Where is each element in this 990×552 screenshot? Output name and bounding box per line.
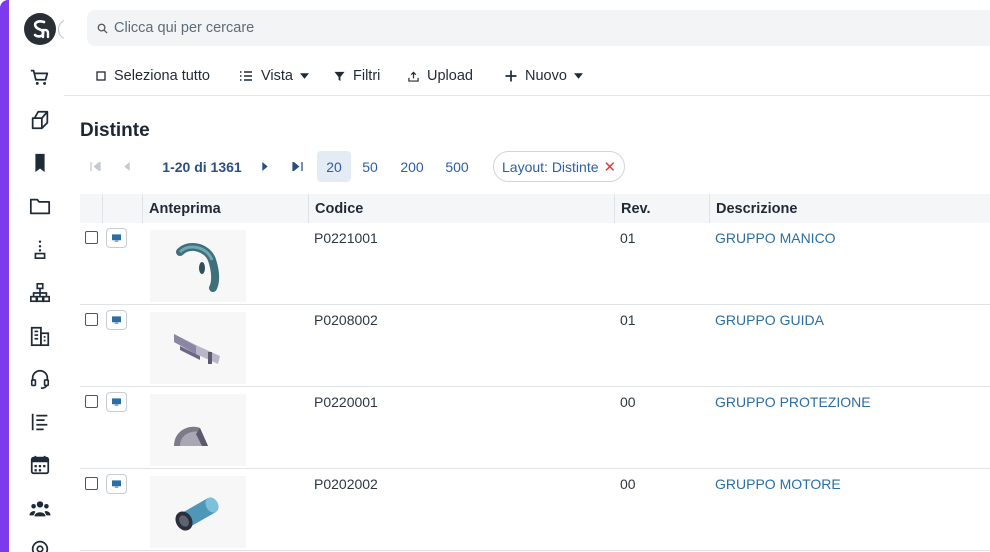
filters-label: Filtri	[353, 68, 381, 84]
new-label: Nuovo	[525, 68, 567, 84]
prev-page-icon	[124, 162, 130, 171]
row-checkbox[interactable]	[85, 477, 98, 490]
cart-icon[interactable]	[29, 66, 51, 88]
list-view-icon	[240, 71, 252, 81]
upload-button[interactable]: Upload	[408, 66, 473, 86]
thumbnail-image[interactable]	[150, 230, 246, 302]
cell-rev: 01	[620, 230, 636, 246]
filters-button[interactable]: Filtri	[334, 66, 380, 86]
thumbnail-image[interactable]	[150, 394, 246, 466]
new-menu-button[interactable]: Nuovo	[505, 66, 583, 86]
row-checkbox[interactable]	[85, 313, 98, 326]
monitor-icon	[112, 398, 121, 406]
view-menu-button[interactable]: Vista	[239, 66, 309, 86]
checkbox-icon	[96, 71, 106, 81]
cell-descrizione-link[interactable]: GRUPPO MANICO	[709, 223, 990, 305]
monitor-icon	[112, 234, 121, 242]
motor-part-image	[175, 497, 219, 531]
page-size-20[interactable]: 20	[317, 151, 351, 182]
users-icon[interactable]	[29, 498, 51, 520]
preview-button[interactable]	[106, 392, 127, 412]
building-icon[interactable]	[29, 325, 51, 347]
handle-part-image	[176, 242, 220, 292]
search-input[interactable]	[114, 20, 714, 36]
thumbnail-image[interactable]	[150, 312, 246, 384]
sidebar-accent-bar	[0, 0, 9, 552]
select-column-header	[80, 194, 102, 223]
guide-part-image	[174, 334, 220, 364]
table-row[interactable]: P0208002 01 GRUPPO GUIDA	[80, 305, 990, 387]
cell-rev: 01	[620, 312, 636, 328]
page-size-200[interactable]: 200	[391, 151, 433, 182]
settings-icon[interactable]	[29, 538, 51, 552]
select-all-button[interactable]: Seleziona tutto	[96, 66, 210, 86]
row-checkbox[interactable]	[85, 231, 98, 244]
table-row[interactable]: P0202002 00 GRUPPO MOTORE	[80, 469, 990, 551]
bookmark-icon[interactable]	[29, 152, 51, 174]
page-title: Distinte	[80, 120, 150, 141]
row-checkbox[interactable]	[85, 395, 98, 408]
column-header-rev[interactable]: Rev.	[614, 194, 709, 223]
search-icon	[97, 23, 108, 34]
data-table: Anteprima Codice Rev. Descrizione P02210…	[80, 194, 990, 551]
cell-codice: P0221001	[314, 230, 378, 246]
monitor-icon	[112, 316, 121, 324]
cell-codice: P0208002	[314, 312, 378, 328]
layout-chip[interactable]: Layout: Distinte ✕	[493, 151, 626, 182]
cell-descrizione-link[interactable]: GRUPPO MOTORE	[709, 469, 990, 551]
cell-codice: P0220001	[314, 394, 378, 410]
select-all-label: Seleziona tutto	[114, 68, 210, 84]
first-page-icon	[89, 162, 101, 171]
calendar-icon[interactable]	[29, 454, 51, 476]
last-page-button[interactable]	[288, 151, 306, 182]
sidebar	[9, 0, 64, 552]
plus-icon	[505, 70, 517, 82]
upload-label: Upload	[427, 68, 473, 84]
boxes-icon[interactable]	[29, 109, 51, 131]
caret-down-icon	[299, 73, 309, 79]
monitor-icon	[112, 480, 121, 488]
table-row[interactable]: P0221001 01 GRUPPO MANICO	[80, 223, 990, 305]
page-size-500[interactable]: 500	[436, 151, 478, 182]
guard-part-image	[174, 426, 208, 446]
filter-icon	[334, 71, 345, 81]
close-icon[interactable]: ✕	[604, 158, 617, 176]
caret-down-icon	[573, 73, 583, 79]
cell-descrizione-link[interactable]: GRUPPO PROTEZIONE	[709, 387, 990, 469]
table-row[interactable]: P0220001 00 GRUPPO PROTEZIONE	[80, 387, 990, 469]
cell-rev: 00	[620, 394, 636, 410]
page-size-50[interactable]: 50	[353, 151, 387, 182]
cell-rev: 00	[620, 476, 636, 492]
preview-button[interactable]	[106, 474, 127, 494]
first-page-button[interactable]	[86, 151, 104, 182]
upload-icon	[408, 71, 419, 82]
thumbnail-image[interactable]	[150, 476, 246, 548]
next-page-icon	[262, 162, 268, 171]
layout-chip-label: Layout: Distinte	[502, 158, 599, 175]
column-header-descrizione[interactable]: Descrizione	[709, 194, 990, 223]
pagination: 1-20 di 1361 20 50 200 500 Layout: Disti…	[80, 151, 980, 182]
column-header-codice[interactable]: Codice	[308, 194, 614, 223]
column-header-anteprima[interactable]: Anteprima	[142, 194, 308, 223]
view-label: Vista	[261, 68, 293, 84]
list-icon[interactable]	[29, 411, 51, 433]
cell-codice: P0202002	[314, 476, 378, 492]
preview-button[interactable]	[106, 310, 127, 330]
action-column-header	[102, 194, 142, 223]
search-bar[interactable]	[87, 10, 990, 46]
table-header: Anteprima Codice Rev. Descrizione	[80, 194, 990, 223]
tree-list-icon[interactable]	[29, 238, 51, 260]
headset-icon[interactable]	[29, 368, 51, 390]
prev-page-button[interactable]	[120, 151, 134, 182]
preview-button[interactable]	[106, 228, 127, 248]
cell-descrizione-link[interactable]: GRUPPO GUIDA	[709, 305, 990, 387]
next-page-button[interactable]	[258, 151, 272, 182]
folder-icon[interactable]	[29, 195, 51, 217]
main-content: Seleziona tutto Vista Filtri Upload Nuov…	[64, 0, 990, 552]
logo-icon[interactable]	[24, 13, 56, 45]
toolbar: Seleziona tutto Vista Filtri Upload Nuov…	[64, 58, 990, 96]
hierarchy-icon[interactable]	[29, 282, 51, 304]
page-range-info: 1-20 di 1361	[162, 158, 242, 175]
last-page-icon	[291, 162, 303, 171]
